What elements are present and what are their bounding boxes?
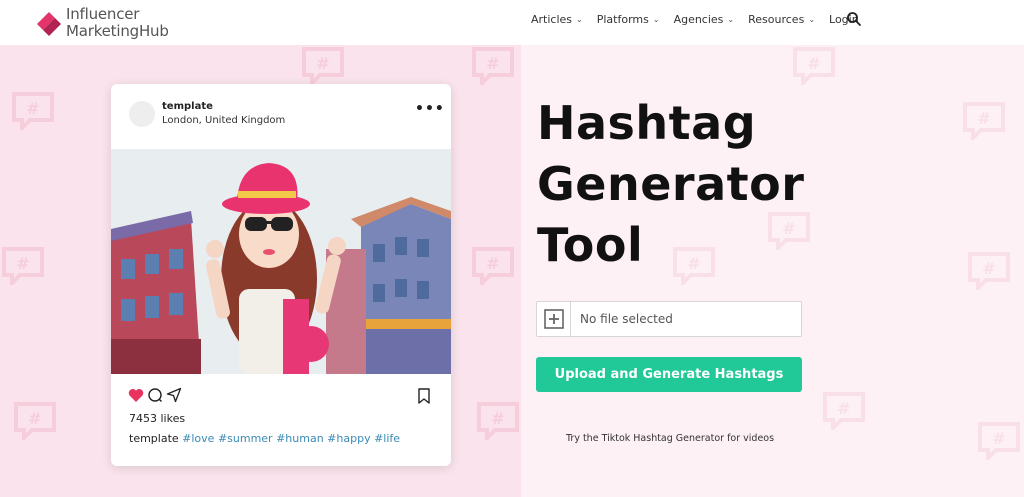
logo-mark-icon xyxy=(37,12,61,36)
nav-item-agencies[interactable]: Agencies ⌄ xyxy=(674,13,735,26)
page-title: Hashtag Generator Tool xyxy=(537,93,837,276)
hashtag-bubble-icon: # xyxy=(968,252,1010,290)
hashtag-bubble-icon: # xyxy=(2,247,44,285)
nav-label: Agencies xyxy=(673,13,724,26)
nav-item-resources[interactable]: Resources ⌄ xyxy=(748,13,815,26)
svg-text:#: # xyxy=(16,254,29,273)
hashtag-link[interactable]: #human xyxy=(276,432,324,445)
svg-text:#: # xyxy=(26,99,39,118)
avatar xyxy=(129,101,155,127)
svg-text:#: # xyxy=(977,109,990,128)
logo-line-1: Influencer xyxy=(66,5,140,23)
site-header: Influencer MarketingHub Articles ⌄ Platf… xyxy=(0,0,1024,45)
hashtag-bubble-icon: # xyxy=(978,422,1020,460)
hashtag-bubble-icon: # xyxy=(793,47,835,85)
share-icon[interactable] xyxy=(166,387,182,403)
likes-count: 7453 likes xyxy=(129,412,186,425)
instagram-post-card: template London, United Kingdom ••• 7453… xyxy=(111,84,451,466)
upload-generate-button[interactable]: Upload and Generate Hashtags xyxy=(536,357,802,392)
svg-text:#: # xyxy=(807,54,820,73)
post-illustration xyxy=(111,149,451,374)
chevron-down-icon: ⌄ xyxy=(808,15,816,24)
hashtag-bubble-icon: # xyxy=(472,47,514,85)
logo-text: Influencer MarketingHub xyxy=(66,6,169,40)
hashtag-bubble-icon: # xyxy=(477,402,519,440)
nav-item-platforms[interactable]: Platforms ⌄ xyxy=(597,13,660,26)
svg-text:#: # xyxy=(486,254,499,273)
svg-text:#: # xyxy=(992,429,1005,448)
hashtag-bubble-icon: # xyxy=(12,92,54,130)
site-logo[interactable]: Influencer MarketingHub xyxy=(33,5,193,41)
svg-text:#: # xyxy=(837,399,850,418)
title-line-3: Tool xyxy=(537,218,644,272)
hashtag-bubble-icon: # xyxy=(823,392,865,430)
nav-label: Platforms xyxy=(596,13,649,26)
post-actions xyxy=(128,387,182,403)
plus-square-icon xyxy=(543,309,564,329)
title-line-2: Generator xyxy=(537,157,805,211)
bookmark-icon[interactable] xyxy=(417,388,431,404)
file-upload-field[interactable]: No file selected xyxy=(536,301,802,337)
hashtag-link[interactable]: #love xyxy=(182,432,214,445)
tiktok-generator-link[interactable]: Try the Tiktok Hashtag Generator for vid… xyxy=(566,433,774,444)
caption-username: template xyxy=(129,432,179,445)
hashtag-link[interactable]: #summer xyxy=(218,432,273,445)
comment-icon[interactable] xyxy=(147,387,163,403)
chevron-down-icon: ⌄ xyxy=(652,15,660,24)
chevron-down-icon: ⌄ xyxy=(576,15,583,24)
search-icon[interactable] xyxy=(846,11,862,27)
hashtag-bubble-icon: # xyxy=(14,402,56,440)
title-line-1: Hashtag xyxy=(537,96,757,150)
post-caption: template #love #summer #human #happy #li… xyxy=(129,432,400,445)
svg-text:#: # xyxy=(28,409,41,428)
hashtag-bubble-icon: # xyxy=(302,47,344,85)
nav-item-articles[interactable]: Articles ⌄ xyxy=(531,13,583,26)
svg-text:#: # xyxy=(491,409,504,428)
post-username: template xyxy=(162,101,213,112)
nav-label: Articles xyxy=(531,13,573,26)
add-file-button[interactable] xyxy=(537,302,571,336)
hashtag-bubble-icon: # xyxy=(472,247,514,285)
chevron-down-icon: ⌄ xyxy=(727,15,735,24)
heart-icon[interactable] xyxy=(128,388,144,403)
hashtag-link[interactable]: #life xyxy=(374,432,400,445)
svg-text:#: # xyxy=(316,54,329,73)
more-icon[interactable]: ••• xyxy=(415,102,445,116)
main-nav: Articles ⌄ Platforms ⌄ Agencies ⌄ Resour… xyxy=(531,13,873,26)
file-status-label: No file selected xyxy=(580,312,673,326)
nav-label: Resources xyxy=(748,13,805,26)
post-location: London, United Kingdom xyxy=(162,115,286,126)
hashtag-link[interactable]: #happy xyxy=(327,432,370,445)
hashtag-bubble-icon: # xyxy=(963,102,1005,140)
svg-text:#: # xyxy=(486,54,499,73)
svg-text:#: # xyxy=(982,259,995,278)
logo-line-2: MarketingHub xyxy=(66,22,169,40)
